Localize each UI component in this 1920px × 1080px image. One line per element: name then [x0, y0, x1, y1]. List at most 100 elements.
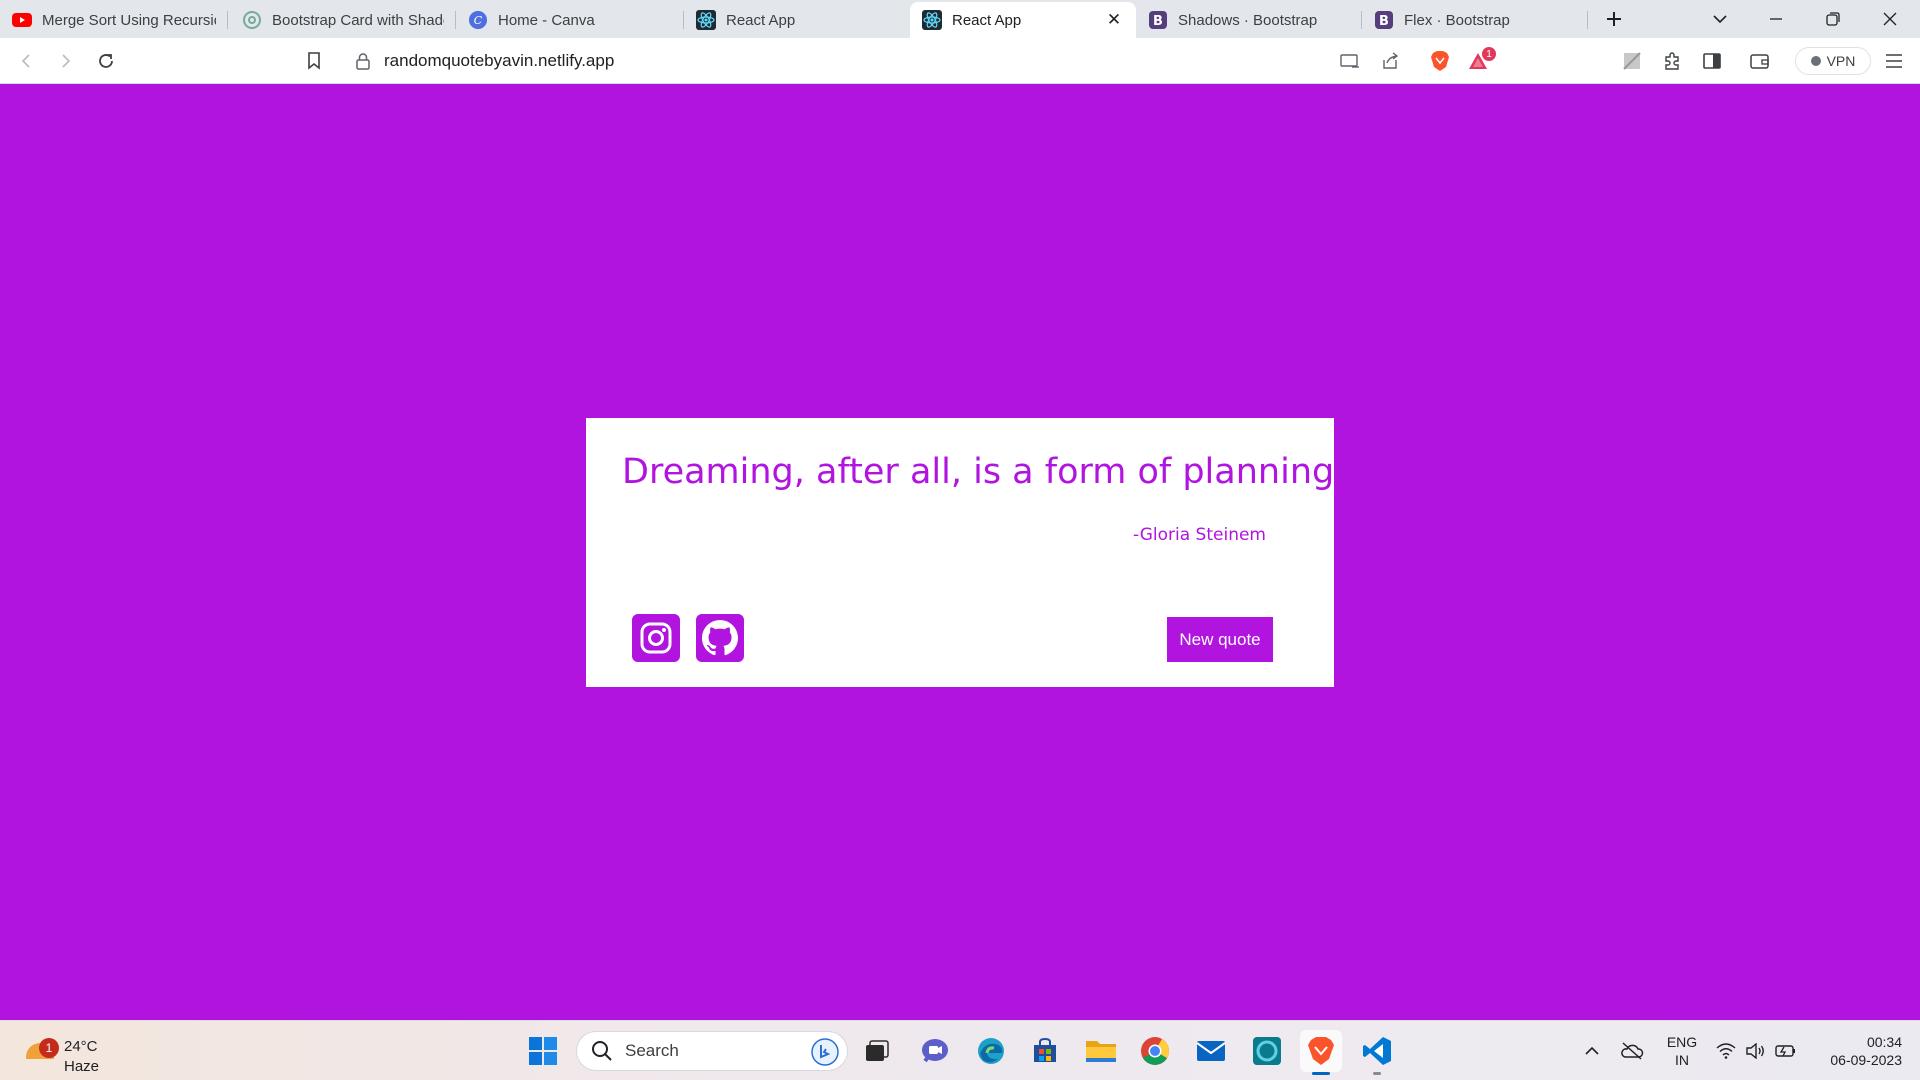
sidebar-button[interactable] — [1696, 45, 1728, 77]
tab-react-app-1[interactable]: React App — [684, 2, 910, 38]
minimize-icon — [1770, 18, 1782, 20]
battery-charging-icon — [1775, 1045, 1795, 1057]
weather-widget[interactable]: 1 24°C Haze — [22, 1029, 132, 1075]
canva-icon: C — [468, 10, 488, 30]
brave-rewards-button[interactable]: 1 — [1464, 45, 1496, 77]
teams-chat-button[interactable] — [914, 1030, 956, 1072]
quote-card: Dreaming, after all, is a form of planni… — [586, 418, 1346, 687]
mail-button[interactable] — [1190, 1030, 1232, 1072]
file-explorer-button[interactable] — [1080, 1030, 1122, 1072]
chrome-button[interactable] — [1134, 1030, 1176, 1072]
language-code: ENG — [1666, 1034, 1698, 1050]
task-view-button[interactable] — [856, 1030, 898, 1072]
chevron-down-icon — [1713, 15, 1727, 24]
volume-status[interactable] — [1744, 1039, 1768, 1063]
quote-author: -Gloria Steinem — [1132, 525, 1266, 545]
forward-button[interactable] — [50, 45, 82, 77]
brave-taskbar-button[interactable] — [1300, 1030, 1342, 1075]
onedrive-button[interactable] — [1620, 1039, 1644, 1063]
quote-text: Dreaming, after all, is a form of planni… — [622, 452, 1346, 492]
new-tab-button[interactable] — [1594, 4, 1634, 34]
cast-button[interactable] — [1334, 45, 1366, 77]
bookmark-button[interactable] — [298, 45, 330, 77]
sidebar-icon — [1703, 53, 1721, 69]
vpn-status-icon — [1810, 56, 1821, 66]
chrome-icon — [1141, 1037, 1169, 1065]
instagram-button[interactable] — [632, 614, 680, 662]
forward-arrow-icon — [62, 54, 71, 68]
tab-strip: Merge Sort Using Recursion Bootstrap Car… — [0, 0, 1920, 38]
windows-start-icon — [529, 1037, 557, 1065]
lock-icon — [356, 53, 370, 70]
speaker-icon — [1746, 1043, 1764, 1059]
teams-chat-icon — [922, 1039, 948, 1063]
youtube-icon — [12, 10, 32, 30]
chatgpt-icon — [242, 10, 262, 30]
wallet-button[interactable] — [1744, 45, 1776, 77]
edge-button[interactable] — [970, 1030, 1012, 1072]
store-button[interactable] — [1024, 1030, 1066, 1072]
tab-flex-bootstrap[interactable]: B Flex · Bootstrap — [1362, 2, 1588, 38]
alexa-button[interactable] — [1246, 1030, 1288, 1072]
tab-shadows-bootstrap[interactable]: B Shadows · Bootstrap — [1136, 2, 1362, 38]
system-clock[interactable]: 00:34 06-09-2023 — [1810, 1033, 1902, 1069]
brave-shields-button[interactable] — [1424, 45, 1456, 77]
address-bar[interactable]: randomquotebyavin.netlify.app — [342, 44, 1502, 78]
vpn-label: VPN — [1826, 53, 1856, 69]
main-menu-button[interactable] — [1878, 45, 1910, 77]
vscode-button[interactable] — [1356, 1030, 1398, 1075]
reload-button[interactable] — [90, 45, 122, 77]
chevron-up-icon — [1585, 1046, 1599, 1055]
battery-status[interactable] — [1774, 1039, 1798, 1063]
onedrive-offline-icon — [1621, 1042, 1644, 1060]
brave-icon — [1308, 1037, 1334, 1065]
wifi-icon — [1716, 1043, 1736, 1059]
new-quote-button[interactable]: New quote — [1167, 617, 1273, 662]
tab-title: React App — [952, 11, 1022, 29]
tab-title: Shadows · Bootstrap — [1178, 11, 1318, 29]
weather-temperature: 24°C — [64, 1038, 98, 1055]
wifi-status[interactable] — [1714, 1039, 1738, 1063]
region-code: IN — [1675, 1052, 1689, 1068]
github-button[interactable] — [696, 614, 744, 662]
wallet-icon — [1750, 54, 1769, 69]
tab-search-button[interactable] — [1700, 4, 1740, 34]
tab-bootstrap-card[interactable]: Bootstrap Card with Shadow — [230, 2, 456, 38]
extension-tile-icon — [1623, 52, 1641, 70]
bing-icon — [811, 1038, 839, 1066]
search-placeholder: Search — [625, 1041, 679, 1060]
tab-canva[interactable]: C Home - Canva — [456, 2, 684, 38]
cast-icon — [1340, 54, 1359, 68]
start-button[interactable] — [522, 1030, 564, 1072]
running-indicator — [1373, 1072, 1381, 1075]
back-button[interactable] — [10, 45, 42, 77]
close-tab-icon[interactable]: ✕ — [1104, 10, 1124, 30]
close-window-button[interactable] — [1870, 4, 1910, 34]
extension-button[interactable] — [1616, 45, 1648, 77]
vpn-button[interactable]: VPN — [1795, 47, 1871, 75]
close-icon — [1883, 12, 1897, 26]
tab-merge-sort[interactable]: Merge Sort Using Recursion — [0, 2, 228, 38]
bootstrap-icon: B — [1148, 10, 1168, 30]
weather-alert-badge: 1 — [39, 1038, 59, 1058]
react-icon — [696, 10, 716, 30]
tab-title: Flex · Bootstrap — [1404, 11, 1510, 29]
extensions-menu-button[interactable] — [1656, 45, 1688, 77]
reload-icon — [99, 54, 113, 68]
restore-button[interactable] — [1813, 4, 1853, 34]
minimize-button[interactable] — [1756, 4, 1796, 34]
clock-date: 06-09-2023 — [1830, 1052, 1902, 1068]
file-explorer-icon — [1086, 1041, 1116, 1062]
taskbar-search[interactable]: Search — [576, 1031, 848, 1071]
windows-taskbar: 1 24°C Haze Search ENG IN 00:34 06-09-20… — [0, 1020, 1920, 1080]
svg-text:B: B — [1379, 14, 1389, 29]
alexa-icon — [1253, 1037, 1281, 1065]
mail-icon — [1196, 1041, 1226, 1061]
puzzle-icon — [1665, 52, 1679, 70]
tab-react-app-active[interactable]: React App ✕ — [910, 2, 1136, 38]
share-button[interactable] — [1374, 45, 1406, 77]
show-hidden-icons-button[interactable] — [1580, 1039, 1604, 1063]
restore-icon — [1826, 12, 1840, 26]
input-language-indicator[interactable]: ENG IN — [1664, 1033, 1700, 1069]
svg-text:B: B — [1153, 14, 1163, 29]
